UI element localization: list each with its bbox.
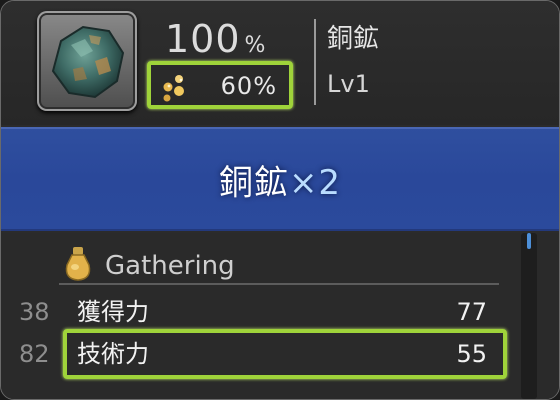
stat-value-gathering: 77 — [456, 298, 487, 326]
stat-row-lead: 82 — [19, 340, 50, 368]
item-slot[interactable] — [37, 11, 137, 111]
scroll-thumb[interactable] — [527, 233, 531, 249]
item-header: 100% 60% 銅鉱 Lv1 — [1, 1, 559, 125]
hq-chance-icon — [163, 75, 184, 102]
stats-panel: Gathering 38 獲得力 77 82 技術力 55 — [1, 233, 559, 399]
stat-row-lead: 38 — [19, 298, 50, 326]
result-item-name: 銅鉱 — [218, 162, 289, 203]
copper-ore-icon — [51, 25, 125, 99]
stat-label-perception: 技術力 — [77, 340, 149, 368]
result-quantity: ×2 — [288, 162, 342, 203]
stat-label-gathering: 獲得力 — [77, 298, 149, 326]
header-divider — [314, 19, 316, 105]
stat-value-perception: 55 — [456, 340, 487, 368]
gather-result-banner: 銅鉱×2 — [1, 127, 559, 231]
gathering-window: 100% 60% 銅鉱 Lv1 銅鉱×2 Gathering 38 獲得力 77… — [0, 0, 560, 400]
section-title: Gathering — [105, 251, 235, 281]
success-rate-unit: % — [244, 33, 267, 58]
stats-scrollbar[interactable] — [521, 233, 537, 399]
hq-chance-value: 60% — [220, 72, 277, 100]
gathering-pot-icon — [65, 247, 91, 281]
gather-result-text: 銅鉱×2 — [219, 155, 341, 204]
hq-chance-highlight: 60% — [147, 61, 293, 109]
item-level: Lv1 — [327, 70, 370, 98]
section-divider — [59, 283, 499, 285]
success-rate-value: 100 — [165, 17, 241, 61]
item-name: 銅鉱 — [327, 24, 380, 54]
success-rate: 100% — [165, 17, 266, 61]
